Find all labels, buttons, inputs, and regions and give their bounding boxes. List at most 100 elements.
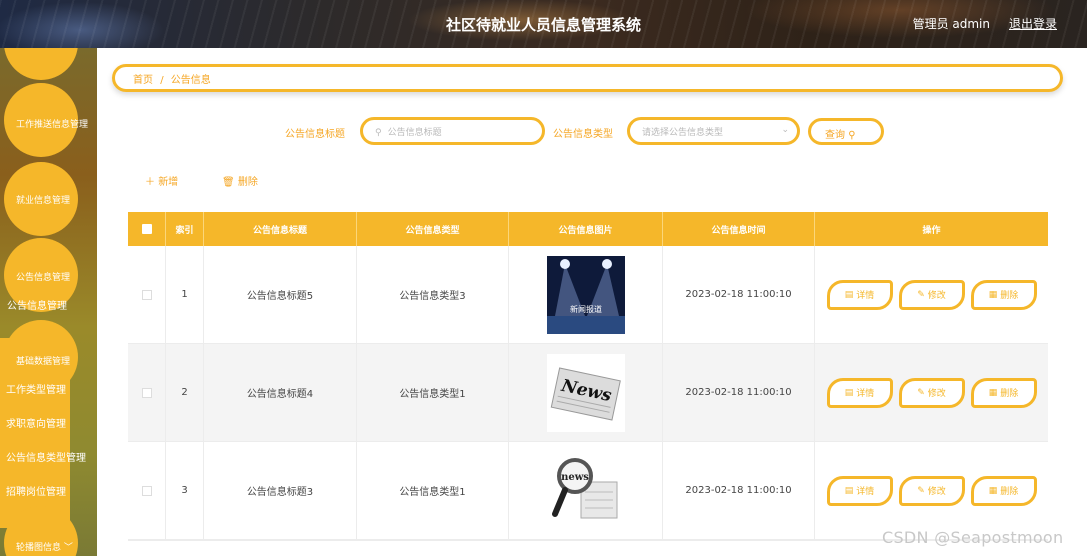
- row-ops: ▤ 详情 ✎ 修改 ▦ 删除: [815, 442, 1048, 539]
- row-image-cell: News: [509, 344, 663, 441]
- row-checkbox[interactable]: [141, 485, 152, 496]
- row-time: 2023-02-18 11:00:10: [663, 442, 815, 539]
- table-row: 1 公告信息标题5 公告信息类型3 新闻报道 2023-02-18 11:00:…: [128, 246, 1048, 344]
- sidebar-sub-notice-type[interactable]: 公告信息类型管理: [6, 449, 86, 464]
- document-icon: ▤: [844, 289, 854, 300]
- delete-button[interactable]: ▦ 删除: [970, 279, 1037, 310]
- add-button[interactable]: ＋ 新增: [145, 173, 178, 188]
- row-title: 公告信息标题3: [204, 442, 357, 539]
- document-icon: ▤: [844, 387, 854, 398]
- sidebar-sub-recruit[interactable]: 招聘岗位管理: [6, 483, 66, 498]
- sidebar-item-basic-data[interactable]: 基础数据管理: [16, 354, 70, 367]
- search-icon: ⚲: [375, 128, 382, 138]
- notice-table: 索引 公告信息标题 公告信息类型 公告信息图片 公告信息时间 操作 1 公告信息…: [128, 212, 1048, 554]
- breadcrumb-current: 公告信息: [170, 75, 211, 86]
- sidebar-item-notice[interactable]: 公告信息管理: [16, 270, 70, 283]
- pencil-icon: ✎: [917, 387, 925, 398]
- sidebar: 工作推送信息管理 就业信息管理 公告信息管理 公告信息管理 基础数据管理 工作类…: [0, 48, 97, 556]
- chevron-down-icon: ﹀: [63, 543, 73, 553]
- batch-delete-label: 删除: [237, 177, 258, 188]
- trash-icon: ▦: [988, 387, 998, 398]
- delete-button[interactable]: ▦ 删除: [970, 377, 1037, 408]
- top-header: 社区待就业人员信息管理系统 管理员 admin 退出登录: [0, 0, 1087, 48]
- breadcrumb-home[interactable]: 首页: [133, 75, 153, 86]
- svg-text:news: news: [561, 472, 589, 483]
- header-type: 公告信息类型: [357, 212, 509, 246]
- header-image: 公告信息图片: [509, 212, 663, 246]
- edit-button[interactable]: ✎ 修改: [898, 475, 965, 506]
- trash-icon: ▦: [988, 485, 998, 496]
- edit-label: 修改: [927, 389, 946, 399]
- type-select[interactable]: 请选择公告信息类型 ⌄: [627, 117, 800, 145]
- header-time: 公告信息时间: [663, 212, 815, 246]
- header-ops: 操作: [922, 225, 941, 236]
- document-icon: ▤: [844, 485, 854, 496]
- edit-label: 修改: [927, 487, 946, 497]
- type-label: 公告信息类型: [553, 129, 613, 140]
- plus-icon: ＋: [145, 177, 155, 188]
- news-magnifier-image[interactable]: news: [546, 451, 625, 530]
- search-icon: ⚲: [848, 130, 856, 141]
- edit-button[interactable]: ✎ 修改: [898, 377, 965, 408]
- news-paper-image[interactable]: News: [546, 353, 625, 432]
- select-all-checkbox[interactable]: [141, 224, 152, 234]
- row-checkbox[interactable]: [141, 387, 152, 398]
- admin-user: 管理员 admin: [912, 17, 990, 31]
- detail-label: 详情: [856, 487, 875, 497]
- table-header: 索引 公告信息标题 公告信息类型 公告信息图片 公告信息时间 操作: [128, 212, 1048, 246]
- delete-button[interactable]: ▦ 删除: [970, 475, 1037, 506]
- detail-button[interactable]: ▤ 详情: [826, 279, 893, 310]
- pencil-icon: ✎: [917, 289, 925, 300]
- add-label: 新增: [158, 177, 179, 188]
- sidebar-item-carousel[interactable]: 轮播图信息 ﹀: [16, 540, 73, 553]
- row-type: 公告信息类型1: [357, 344, 509, 441]
- row-type: 公告信息类型1: [357, 442, 509, 539]
- row-title: 公告信息标题4: [204, 344, 357, 441]
- row-index: 3: [166, 442, 204, 539]
- row-time: 2023-02-18 11:00:10: [663, 246, 815, 343]
- pencil-icon: ✎: [917, 485, 925, 496]
- delete-label: 删除: [1000, 487, 1019, 497]
- breadcrumb: 首页 / 公告信息: [112, 64, 1063, 92]
- edit-button[interactable]: ✎ 修改: [898, 279, 965, 310]
- image-caption: 新闻报道: [570, 304, 602, 314]
- row-ops: ▤ 详情 ✎ 修改 ▦ 删除: [815, 344, 1048, 441]
- batch-delete-button[interactable]: 🗑 删除: [222, 173, 258, 188]
- row-checkbox[interactable]: [141, 289, 152, 300]
- watermark: CSDN @Seapostmoon: [882, 528, 1064, 547]
- trash-icon: 🗑: [222, 177, 235, 188]
- type-select-placeholder: 请选择公告信息类型: [642, 128, 724, 138]
- edit-label: 修改: [927, 291, 946, 301]
- detail-button[interactable]: ▤ 详情: [826, 475, 893, 506]
- query-label: 查询: [825, 130, 845, 141]
- title-search-input[interactable]: ⚲ 公告信息标题: [360, 117, 545, 145]
- row-title: 公告信息标题5: [204, 246, 357, 343]
- detail-label: 详情: [856, 389, 875, 399]
- breadcrumb-separator: /: [160, 75, 164, 86]
- sidebar-item-employment[interactable]: 就业信息管理: [16, 193, 70, 206]
- trash-icon: ▦: [988, 289, 998, 300]
- title-search-placeholder: 公告信息标题: [387, 128, 442, 138]
- query-button[interactable]: 查询 ⚲: [808, 118, 884, 145]
- delete-label: 删除: [1000, 389, 1019, 399]
- sidebar-sub-job-type[interactable]: 工作类型管理: [6, 381, 66, 396]
- header-title: 公告信息标题: [204, 212, 357, 246]
- sidebar-bubble: [4, 48, 78, 80]
- sidebar-sub-intent[interactable]: 求职意向管理: [6, 415, 66, 430]
- sidebar-item-job-push[interactable]: 工作推送信息管理: [16, 117, 88, 130]
- logout-link[interactable]: 退出登录: [1009, 15, 1057, 32]
- sidebar-sub-notice[interactable]: 公告信息管理: [7, 297, 67, 312]
- news-stage-image[interactable]: 新闻报道: [546, 255, 625, 334]
- table-row: 3 公告信息标题3 公告信息类型1 news 2023-02-18 11:00:…: [128, 442, 1048, 540]
- select-all-cell[interactable]: [128, 212, 166, 246]
- delete-label: 删除: [1000, 291, 1019, 301]
- row-index: 1: [166, 246, 204, 343]
- table-row: 2 公告信息标题4 公告信息类型1 News 2023-02-18 11:00:…: [128, 344, 1048, 442]
- row-image-cell: 新闻报道: [509, 246, 663, 343]
- sidebar-item-carousel-label: 轮播图信息: [16, 543, 62, 553]
- detail-label: 详情: [856, 291, 875, 301]
- row-type: 公告信息类型3: [357, 246, 509, 343]
- row-index: 2: [166, 344, 204, 441]
- row-image-cell: news: [509, 442, 663, 539]
- detail-button[interactable]: ▤ 详情: [826, 377, 893, 408]
